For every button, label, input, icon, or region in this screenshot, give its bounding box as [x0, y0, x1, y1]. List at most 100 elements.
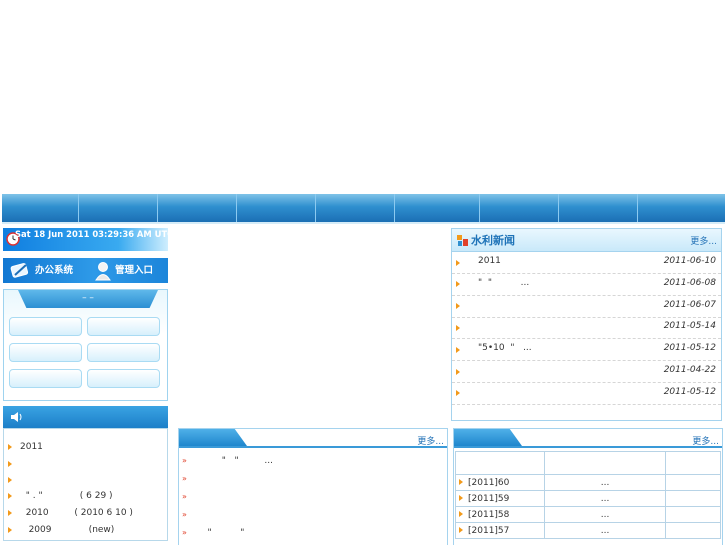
arrow-icon — [8, 443, 12, 450]
documents-more-link[interactable]: 更多... — [692, 434, 719, 447]
chevron-right-icon: » — [182, 456, 187, 465]
list-item[interactable]: » " " — [182, 528, 244, 538]
quick-link-button-3[interactable] — [9, 343, 82, 362]
quick-link-button-6[interactable] — [87, 369, 160, 388]
notice-item[interactable] — [8, 459, 20, 473]
notice-item[interactable]: " . " ( 6 29 ) — [8, 491, 113, 505]
middle-list-panel: 更多... » " " ... » » » » " " — [178, 428, 448, 545]
doc-extra-cell — [665, 474, 721, 491]
news-row[interactable]: 2011-06-07 — [452, 296, 721, 318]
chevron-right-icon: » — [182, 528, 187, 537]
notice-header — [3, 406, 168, 428]
news-date: 2011-06-07 — [663, 299, 716, 310]
table-row[interactable]: [2011]58 ... — [455, 506, 721, 523]
nav-item-7[interactable] — [479, 194, 559, 222]
list-item[interactable]: » " " ... — [182, 456, 273, 466]
doc-title-cell: ... — [543, 506, 667, 523]
doc-number-cell: [2011]59 — [455, 490, 545, 507]
office-system-label: 办公系统 — [35, 265, 74, 276]
nav-item-5[interactable] — [315, 194, 395, 222]
arrow-icon — [8, 492, 12, 499]
nav-item-6[interactable] — [394, 194, 480, 222]
news-row[interactable]: 2011-05-12 — [452, 383, 721, 405]
arrow-icon — [8, 509, 12, 516]
notice-item[interactable]: 2010 ( 2010 6 10 ) — [8, 508, 133, 522]
documents-panel: 更多... [2011]60 ... [2011]59 ... [2011]58… — [453, 428, 723, 545]
doc-number-cell: [2011]60 — [455, 474, 545, 491]
table-row[interactable]: [2011]59 ... — [455, 490, 721, 507]
notice-list: 2011 " . " ( 6 29 ) 2010 ( 2010 6 10 ) 2… — [3, 428, 168, 541]
nav-item-1[interactable] — [2, 194, 79, 222]
clock-bar: Sat 18 Jun 2011 03:29:36 AM UTC — [3, 228, 173, 251]
news-row[interactable]: 2011-05-14 — [452, 317, 721, 340]
quick-links-panel: – – — [3, 289, 168, 401]
doc-title-cell: ... — [543, 474, 667, 491]
table-row[interactable]: [2011]57 ... — [455, 522, 721, 539]
nav-item-8[interactable] — [558, 194, 638, 222]
quick-link-button-2[interactable] — [87, 317, 160, 336]
nav-item-2[interactable] — [78, 194, 158, 222]
arrow-icon — [459, 495, 463, 501]
news-more-link[interactable]: 更多... — [690, 234, 717, 247]
news-row[interactable]: " " ... 2011-06-08 — [452, 274, 721, 296]
news-date: 2011-04-22 — [663, 365, 716, 375]
nav-item-4[interactable] — [236, 194, 316, 222]
quick-link-button-1[interactable] — [9, 317, 82, 336]
doc-number-cell: [2011]58 — [455, 506, 545, 523]
news-date: 2011-05-12 — [663, 386, 716, 397]
arrow-icon — [456, 258, 460, 268]
table-row[interactable]: [2011]60 ... — [455, 474, 721, 491]
documents-panel-tab[interactable] — [454, 429, 522, 446]
doc-extra-cell — [665, 522, 721, 539]
arrow-icon — [459, 479, 463, 485]
arrow-icon — [456, 389, 460, 399]
news-row[interactable]: 2011-04-22 — [452, 361, 721, 383]
chevron-right-icon: » — [182, 510, 187, 519]
news-date: 2011-06-08 — [663, 277, 716, 288]
middle-more-link[interactable]: 更多... — [417, 434, 444, 447]
doc-extra-cell — [665, 506, 721, 523]
admin-entry-label: 管理入口 — [115, 265, 154, 276]
list-item[interactable]: » — [182, 492, 199, 502]
arrow-icon — [456, 280, 460, 290]
doc-title-cell: ... — [543, 522, 667, 539]
news-date: 2011-05-12 — [663, 343, 716, 354]
doc-title-cell: ... — [543, 490, 667, 507]
news-icon — [457, 235, 468, 246]
table-header-row — [455, 451, 721, 475]
speaker-icon — [11, 412, 22, 422]
nav-item-9[interactable] — [637, 194, 725, 222]
doc-extra-cell — [665, 490, 721, 507]
notice-item[interactable]: 2011 — [8, 442, 43, 456]
arrow-icon — [456, 302, 460, 312]
chevron-right-icon: » — [182, 492, 187, 501]
documents-table: [2011]60 ... [2011]59 ... [2011]58 ... [… — [455, 451, 721, 539]
arrow-icon — [459, 527, 463, 533]
doc-number-cell: [2011]57 — [455, 522, 545, 539]
arrow-icon — [456, 367, 460, 377]
list-item[interactable]: » — [182, 474, 199, 484]
quick-link-button-5[interactable] — [9, 369, 82, 388]
arrow-icon — [8, 476, 12, 483]
notice-item[interactable] — [8, 475, 20, 489]
news-row[interactable]: 2011 2011-06-10 — [452, 252, 721, 274]
arrow-icon — [459, 511, 463, 517]
nav-item-3[interactable] — [157, 194, 237, 222]
arrow-icon — [456, 323, 460, 333]
news-row[interactable]: "5•10 " ... 2011-05-12 — [452, 339, 721, 362]
news-headline: 2011 — [478, 256, 501, 266]
main-nav-bar — [2, 194, 725, 224]
office-icon — [10, 263, 29, 278]
system-entry-bar: 办公系统 管理入口 — [3, 258, 168, 283]
tab-underline — [179, 446, 447, 448]
quick-link-button-4[interactable] — [87, 343, 160, 362]
notice-item[interactable]: 2009 (new) — [8, 525, 114, 539]
user-icon — [95, 262, 111, 281]
news-headline: "5•10 " ... — [478, 343, 532, 354]
arrow-icon — [456, 345, 460, 355]
middle-panel-tab[interactable] — [179, 429, 247, 446]
news-headline: " " ... — [478, 277, 530, 288]
list-item[interactable]: » — [182, 510, 199, 520]
arrow-icon — [8, 526, 12, 533]
water-news-panel: 水利新闻 更多... 2011 2011-06-10 " " ... 2011-06-… — [451, 228, 722, 421]
